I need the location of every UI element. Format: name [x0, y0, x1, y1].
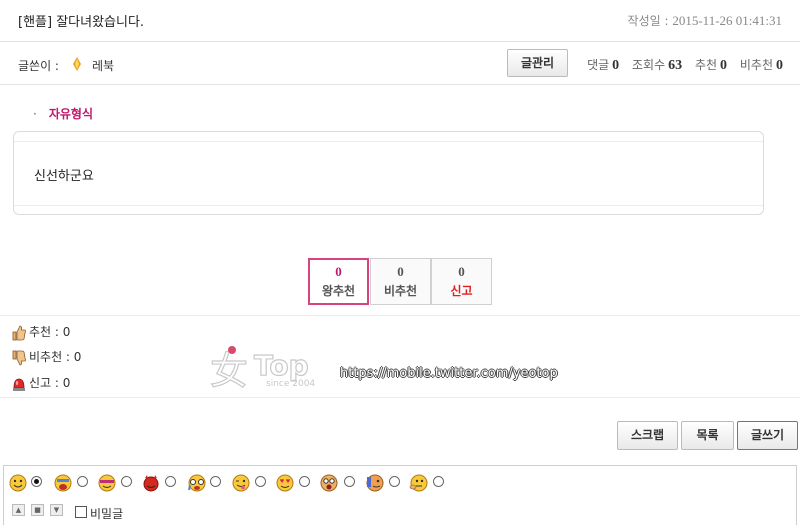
- divider: [0, 397, 800, 398]
- divider: [0, 84, 800, 85]
- cry-emoticon-icon[interactable]: [187, 474, 207, 492]
- post-category: · 자유형식: [33, 107, 93, 121]
- post-date-label: 작성일 :: [627, 14, 673, 28]
- love-emoticon-icon[interactable]: [276, 474, 294, 492]
- report-button[interactable]: 0 신고: [431, 258, 492, 305]
- view-count: 63: [668, 58, 683, 73]
- emoticon-radio[interactable]: [344, 476, 355, 487]
- write-button[interactable]: 글쓰기: [737, 421, 798, 450]
- grin-emoticon-icon[interactable]: [97, 474, 117, 492]
- author-name[interactable]: 레북: [92, 57, 114, 74]
- super-recommend-button[interactable]: 0 왕추천: [308, 258, 369, 305]
- author-label: 글쓴이 :: [18, 59, 59, 73]
- thumbs-down-icon: [12, 350, 26, 365]
- recommend-tally: 추천 : 0: [12, 323, 70, 341]
- textarea-shrink-button[interactable]: ▲: [12, 504, 25, 516]
- level-diamond-icon: [73, 57, 81, 71]
- think-emoticon-icon[interactable]: [409, 474, 429, 492]
- devil-emoticon-icon[interactable]: [142, 474, 160, 492]
- angry-shout-emoticon-icon[interactable]: [53, 474, 73, 492]
- emoticon-radio[interactable]: [210, 476, 221, 487]
- smile-emoticon-icon[interactable]: [9, 474, 27, 492]
- post-stats: 댓글 0 조회수 63 추천 0 비추천 0: [587, 58, 783, 73]
- watermark-logo: 女 Top since 2004: [209, 342, 330, 395]
- emoticon-radio[interactable]: [165, 476, 176, 487]
- report-tally: 신고 : 0: [12, 374, 70, 392]
- emoticon-radio[interactable]: [255, 476, 266, 487]
- post-title: [핸플] 잘다녀왔습니다.: [18, 15, 145, 30]
- svg-text:女: 女: [210, 349, 248, 392]
- post-date-value: 2015-11-26 01:41:31: [672, 13, 782, 28]
- emoticon-radio[interactable]: [31, 476, 42, 487]
- surprised-emoticon-icon[interactable]: [320, 474, 338, 492]
- siren-icon: [13, 378, 25, 391]
- emoticon-radio[interactable]: [77, 476, 88, 487]
- notrecommend-button[interactable]: 0 비추천: [370, 258, 431, 305]
- emoticon-radio[interactable]: [389, 476, 400, 487]
- notrecommend-count: 0: [776, 58, 783, 73]
- recommend-count: 0: [720, 58, 728, 73]
- svg-text:Top: Top: [254, 349, 309, 382]
- notrecommend-tally: 비추천 : 0: [12, 348, 81, 366]
- comment-count: 0: [612, 58, 620, 73]
- svg-text:since 2004: since 2004: [266, 379, 315, 389]
- secret-label: 비밀글: [90, 507, 124, 521]
- emoticon-radio[interactable]: [433, 476, 444, 487]
- emoticon-radio[interactable]: [299, 476, 310, 487]
- emoticon-radio[interactable]: [121, 476, 132, 487]
- manage-post-button[interactable]: 글관리: [507, 49, 568, 77]
- textarea-expand-button[interactable]: ▼: [50, 504, 63, 516]
- tongue-emoticon-icon[interactable]: [232, 474, 250, 492]
- secret-checkbox[interactable]: [75, 506, 87, 518]
- scrap-button[interactable]: 스크랩: [617, 421, 678, 450]
- watermark-url: https://mobile.twitter.com/yeotop: [340, 366, 558, 381]
- post-date: 작성일 : 2015-11-26 01:41:31: [628, 12, 782, 29]
- thumbs-up-icon: [12, 325, 26, 340]
- list-button[interactable]: 목록: [681, 421, 734, 450]
- divider: [0, 41, 800, 42]
- dizzy-emoticon-icon[interactable]: [365, 474, 385, 492]
- post-body-text: 신선하군요: [34, 169, 94, 184]
- post-body-box: [13, 131, 764, 215]
- textarea-reset-button[interactable]: ■: [31, 504, 44, 516]
- divider: [0, 315, 800, 316]
